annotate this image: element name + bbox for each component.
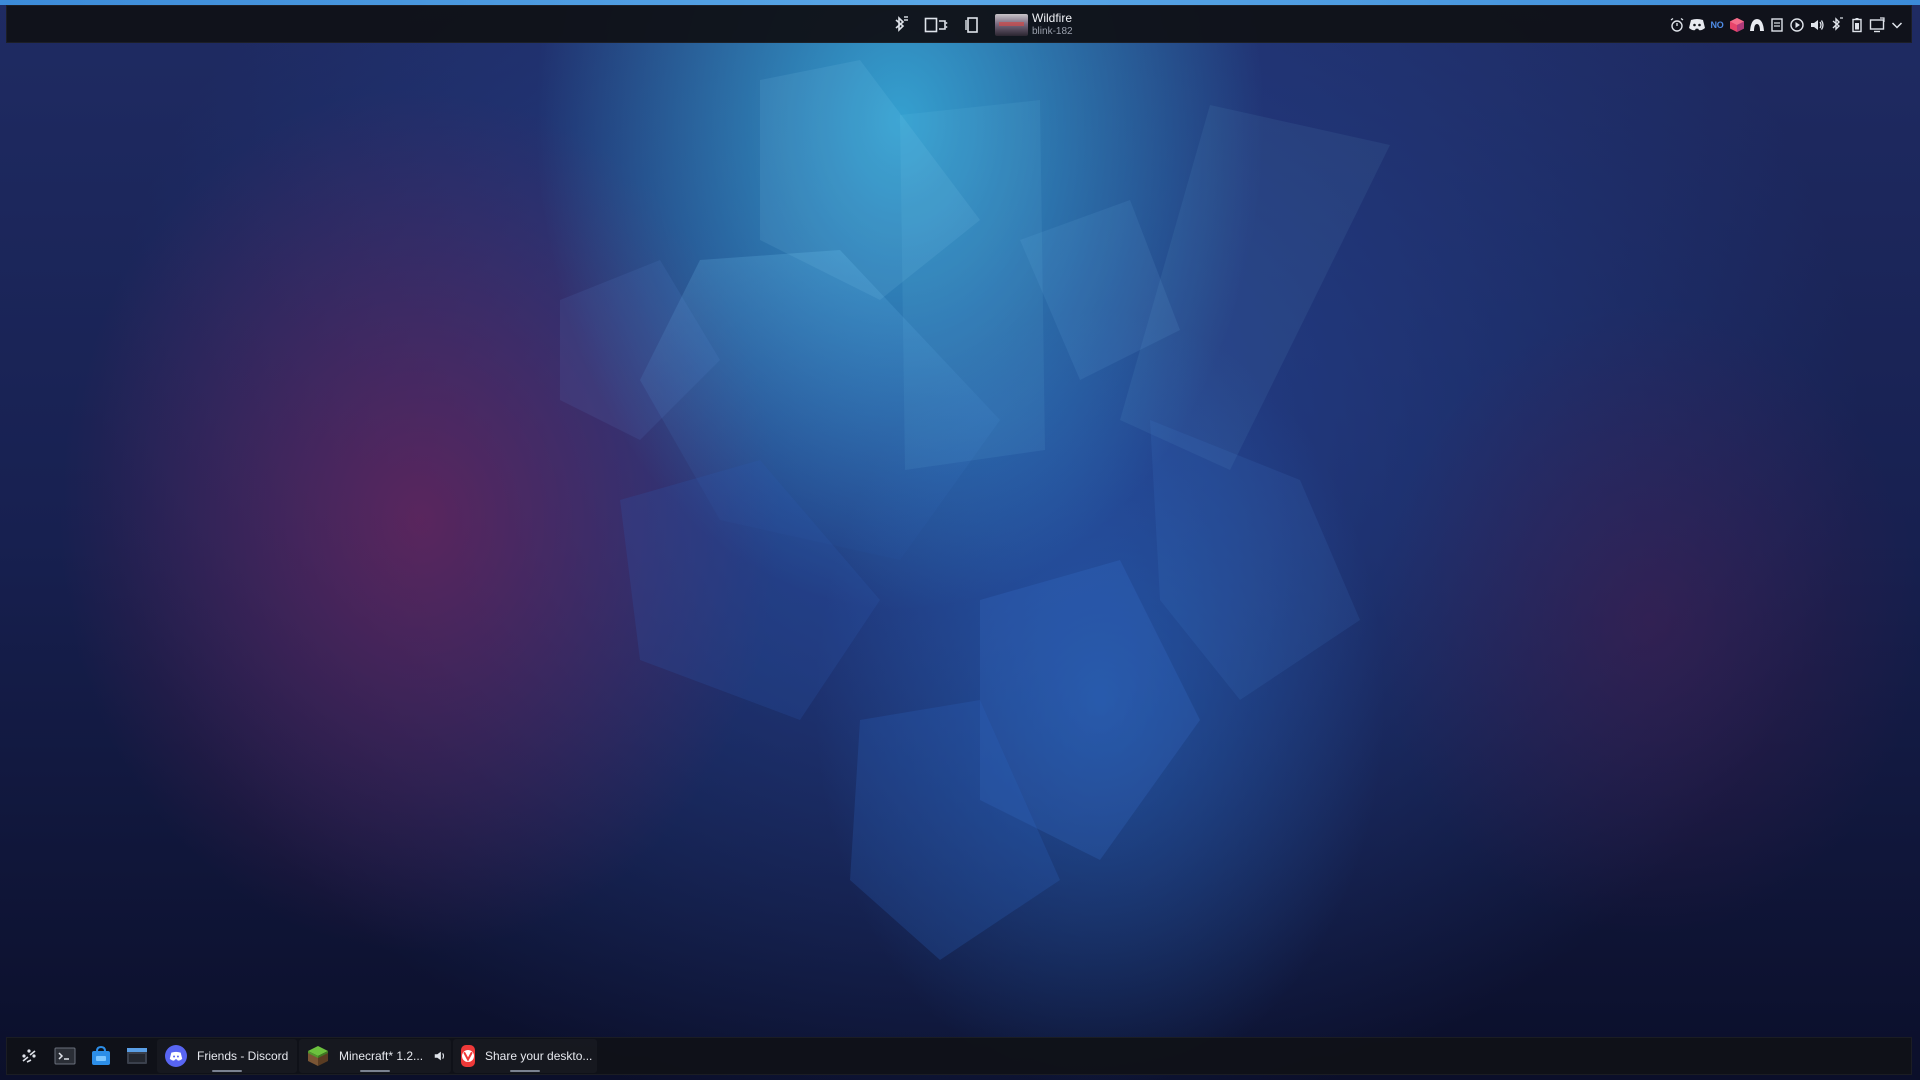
- file-manager-icon[interactable]: [119, 1038, 155, 1074]
- bluetooth-icon[interactable]: [885, 10, 915, 40]
- bottom-taskbar: Friends - Discord Minecraft* 1.2... Shar…: [6, 1037, 1912, 1075]
- task-label-discord: Friends - Discord: [197, 1049, 289, 1063]
- display-config-icon[interactable]: [921, 10, 951, 40]
- battery-icon[interactable]: [1847, 13, 1867, 37]
- now-playing-artist: blink-182: [1032, 26, 1073, 37]
- top-panel: Wildfire blink-182 NO: [6, 5, 1912, 43]
- taskbar-task-vivaldi[interactable]: Share your deskto...: [453, 1039, 597, 1073]
- album-art: [995, 14, 1028, 36]
- now-playing-widget[interactable]: Wildfire blink-182: [995, 6, 1073, 44]
- taskbar-task-minecraft[interactable]: Minecraft* 1.2...: [299, 1039, 451, 1073]
- app-launcher-icon[interactable]: [11, 1038, 47, 1074]
- now-playing-title: Wildfire: [1032, 11, 1073, 25]
- media-play-icon[interactable]: [1787, 13, 1807, 37]
- expand-tray-icon[interactable]: [1887, 13, 1907, 37]
- minecraft-icon: [307, 1045, 329, 1067]
- alarm-icon[interactable]: [1667, 13, 1687, 37]
- task-label-minecraft: Minecraft* 1.2...: [339, 1049, 424, 1063]
- window-icon[interactable]: [957, 10, 987, 40]
- volume-icon[interactable]: [1807, 13, 1827, 37]
- notes-icon[interactable]: [1767, 13, 1787, 37]
- wallpaper-facets: [560, 60, 1390, 960]
- discord-icon: [165, 1045, 187, 1067]
- speaker-icon[interactable]: [433, 1049, 447, 1063]
- app-cube-icon[interactable]: [1727, 13, 1747, 37]
- bluetooth-tray-icon[interactable]: [1827, 13, 1847, 37]
- task-label-vivaldi: Share your deskto...: [485, 1049, 593, 1063]
- discover-store-icon[interactable]: [83, 1038, 119, 1074]
- desktop-wallpaper: [0, 0, 1920, 1080]
- nordvpn-icon[interactable]: NO: [1707, 13, 1727, 37]
- steam-icon[interactable]: [1747, 13, 1767, 37]
- discord-tray-icon[interactable]: [1687, 13, 1707, 37]
- taskbar-task-discord[interactable]: Friends - Discord: [157, 1039, 297, 1073]
- terminal-icon[interactable]: [47, 1038, 83, 1074]
- vivaldi-icon: [461, 1045, 475, 1067]
- display-tray-icon[interactable]: [1867, 13, 1887, 37]
- top-center-cluster: Wildfire blink-182: [885, 6, 1073, 44]
- nordvpn-label: NO: [1710, 20, 1724, 30]
- system-tray: NO: [1667, 6, 1907, 44]
